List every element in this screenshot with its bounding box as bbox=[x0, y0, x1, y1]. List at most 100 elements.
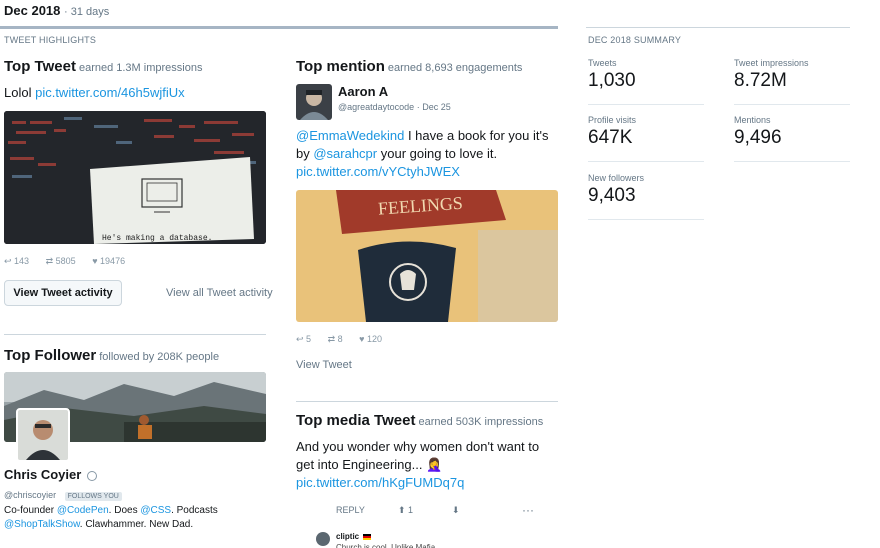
commenter-avatar[interactable] bbox=[316, 532, 330, 546]
highlights-section-label: TWEET HIGHLIGHTS bbox=[4, 35, 97, 45]
header-rule bbox=[0, 26, 558, 29]
bio-mention-shoptalkshow[interactable]: @ShopTalkShow bbox=[4, 519, 80, 530]
mention-author-avatar[interactable] bbox=[296, 84, 332, 120]
arrow-up-icon: ⬆ bbox=[398, 505, 409, 515]
top-tweet-divider bbox=[4, 334, 266, 335]
top-follower-heading: Top Follower bbox=[4, 347, 97, 364]
follows-you-badge: FOLLOWS YOU bbox=[64, 492, 122, 501]
mention-body: your going to love it. bbox=[377, 146, 498, 161]
mention-like-count: 120 bbox=[367, 334, 383, 344]
mention-image[interactable]: FEELINGS bbox=[296, 190, 558, 322]
top-follower-name[interactable]: Chris Coyier bbox=[4, 467, 81, 482]
commenter-row: cliptic bbox=[336, 532, 372, 541]
top-follower-subtitle: followed by 208K people bbox=[99, 351, 220, 363]
top-tweet-text: Lolol pic.twitter.com/46h5wjfiUx bbox=[4, 84, 185, 102]
top-media-title: Top media Tweet earned 503K impressions bbox=[296, 412, 543, 429]
bio-mention-codepen[interactable]: @CodePen bbox=[57, 505, 109, 516]
mention-user-emma[interactable]: @EmmaWedekind bbox=[296, 128, 404, 143]
bio-text: . Podcasts bbox=[171, 505, 218, 516]
top-follower-bio: Co-founder @CodePen. Does @CSS. Podcasts… bbox=[4, 504, 266, 532]
top-follower-title: Top Follower followed by 208K people bbox=[4, 347, 219, 364]
top-media-link[interactable]: pic.twitter.com/hKgFUMDq7q bbox=[296, 474, 464, 492]
mention-retweet-count: 8 bbox=[337, 334, 343, 344]
reply-button[interactable]: REPLY bbox=[336, 505, 365, 515]
top-follower-handle-row: @chriscoyier FOLLOWS YOU bbox=[4, 485, 122, 503]
mention-replies[interactable]: ↩ 5 bbox=[296, 334, 311, 344]
mention-actions: ↩ 5 ⇄ 8 ♥ 120 bbox=[296, 334, 396, 345]
month-label: Dec 2018 bbox=[4, 3, 61, 18]
mention-user-sarah[interactable]: @sarahcpr bbox=[313, 146, 377, 161]
downvote-icon[interactable]: ⬇ bbox=[452, 505, 460, 516]
stat-divider bbox=[588, 161, 704, 162]
mention-author-meta: @agreatdaytocode · Dec 25 bbox=[338, 102, 451, 112]
retweet-icon: ⇄ bbox=[327, 334, 338, 344]
flag-icon bbox=[363, 533, 372, 540]
top-tweet-replies[interactable]: ↩ 143 bbox=[4, 256, 29, 266]
stat-label: New followers bbox=[588, 173, 645, 183]
top-tweet-retweet-count: 5805 bbox=[55, 256, 76, 266]
stat-divider bbox=[588, 104, 704, 105]
stat-tweet-impressions: Tweet impressions 8.72M bbox=[734, 58, 809, 92]
verified-icon bbox=[86, 470, 97, 481]
stat-label: Tweets bbox=[588, 58, 617, 68]
stat-label: Tweet impressions bbox=[734, 58, 809, 68]
top-tweet-subtitle: earned 1.3M impressions bbox=[78, 62, 203, 74]
top-tweet-image-caption: He's making a database. bbox=[102, 234, 212, 243]
mention-link[interactable]: pic.twitter.com/vYCtyhJWEX bbox=[296, 163, 460, 181]
view-tweet-activity-button[interactable]: View Tweet activity bbox=[4, 280, 122, 306]
top-tweet-retweets[interactable]: ⇄ 5805 bbox=[46, 256, 76, 266]
bio-text: Co-founder bbox=[4, 505, 57, 516]
mention-reply-count: 5 bbox=[306, 334, 312, 344]
upvote-count: 1 bbox=[408, 505, 414, 515]
mention-text: @EmmaWedekind I have a book for you it's… bbox=[296, 127, 558, 163]
mention-likes[interactable]: ♥ 120 bbox=[359, 334, 382, 344]
retweet-icon: ⇄ bbox=[45, 256, 56, 266]
top-mention-heading: Top mention bbox=[296, 58, 385, 75]
summary-section-label: DEC 2018 SUMMARY bbox=[588, 35, 682, 45]
top-tweet-reply-count: 143 bbox=[14, 256, 30, 266]
view-all-tweet-activity-link[interactable]: View all Tweet activity bbox=[166, 287, 273, 299]
top-mention-divider bbox=[296, 401, 558, 402]
bio-mention-css[interactable]: @CSS bbox=[140, 505, 171, 516]
heart-icon: ♥ bbox=[359, 334, 368, 344]
stat-value: 9,403 bbox=[588, 185, 636, 206]
stat-label: Mentions bbox=[734, 115, 771, 125]
top-mention-subtitle: earned 8,693 engagements bbox=[387, 62, 523, 74]
top-media-subtitle: earned 503K impressions bbox=[418, 416, 544, 428]
top-tweet-actions: ↩ 143 ⇄ 5805 ♥ 19476 bbox=[4, 256, 139, 267]
top-follower-avatar[interactable] bbox=[16, 408, 70, 462]
comment-snippet: Church is cool. Unlike Mafia... bbox=[336, 543, 442, 548]
top-tweet-image[interactable]: He's making a database. bbox=[4, 111, 266, 244]
top-tweet-likes[interactable]: ♥ 19476 bbox=[92, 256, 125, 266]
more-options-button[interactable]: ··· bbox=[522, 503, 534, 517]
stat-value: 1,030 bbox=[588, 70, 636, 91]
stat-mentions: Mentions 9,496 bbox=[734, 115, 782, 149]
mention-author-name[interactable]: Aaron A bbox=[338, 84, 388, 99]
stat-divider bbox=[588, 219, 704, 220]
reply-icon: ↩ bbox=[4, 256, 15, 266]
bio-text: . Clawhammer. New Dad. bbox=[79, 519, 194, 530]
stat-value: 9,496 bbox=[734, 127, 782, 148]
stat-label: Profile visits bbox=[588, 115, 637, 125]
month-heading: Dec 2018 · 31 days bbox=[4, 3, 109, 18]
mention-date: · Dec 25 bbox=[416, 102, 451, 112]
top-media-heading: Top media Tweet bbox=[296, 412, 416, 429]
top-follower-name-row: Chris Coyier bbox=[4, 467, 97, 482]
days-count: · 31 days bbox=[64, 6, 110, 18]
bio-text: . Does bbox=[108, 505, 141, 516]
summary-rule bbox=[586, 27, 850, 28]
top-tweet-link[interactable]: pic.twitter.com/46h5wjfiUx bbox=[35, 85, 185, 100]
stat-divider bbox=[734, 161, 850, 162]
top-tweet-body: Lolol bbox=[4, 85, 32, 100]
heart-icon: ♥ bbox=[92, 256, 101, 266]
mention-retweets[interactable]: ⇄ 8 bbox=[328, 334, 343, 344]
stat-divider bbox=[734, 104, 850, 105]
top-media-text: And you wonder why women don't want to g… bbox=[296, 439, 540, 472]
stat-value: 647K bbox=[588, 127, 633, 148]
top-tweet-like-count: 19476 bbox=[100, 256, 126, 266]
upvote-button[interactable]: ⬆ 1 bbox=[398, 505, 413, 516]
commenter-name[interactable]: cliptic bbox=[336, 532, 359, 541]
top-mention-title: Top mention earned 8,693 engagements bbox=[296, 58, 522, 75]
view-tweet-link[interactable]: View Tweet bbox=[296, 359, 352, 371]
mention-author-handle: @agreatdaytocode bbox=[338, 102, 415, 112]
